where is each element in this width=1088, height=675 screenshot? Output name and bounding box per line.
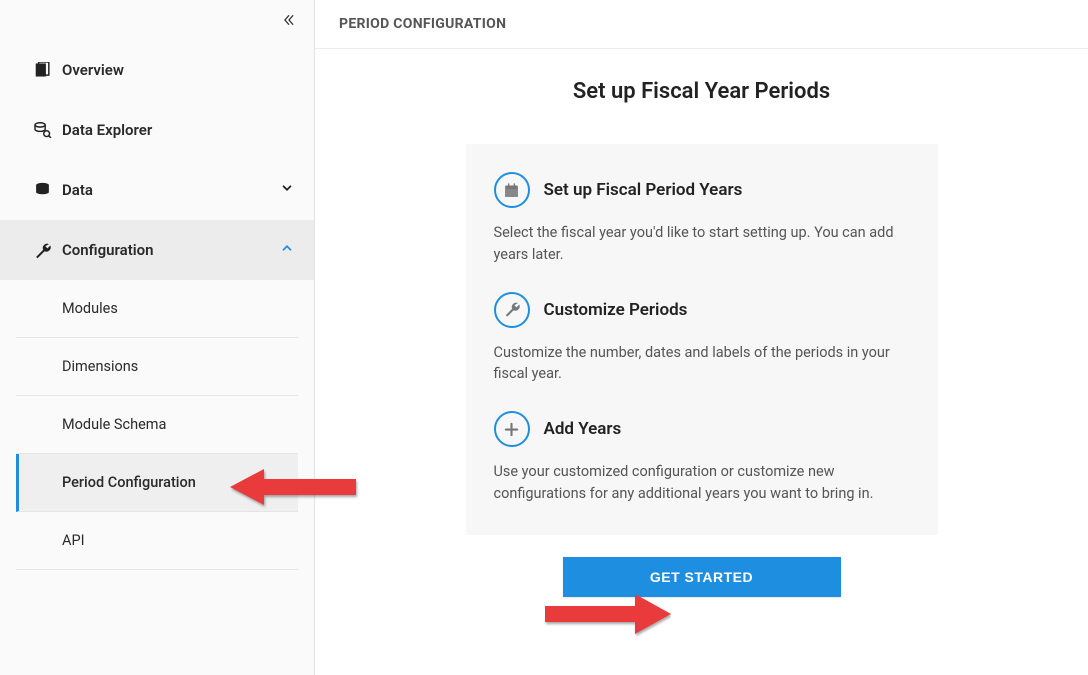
content-heading: Set up Fiscal Year Periods xyxy=(573,79,830,104)
step-title: Add Years xyxy=(544,419,622,439)
step-title: Customize Periods xyxy=(544,300,688,320)
sub-item-label: API xyxy=(62,532,85,549)
step-desc: Customize the number, dates and labels o… xyxy=(494,342,910,386)
content: Set up Fiscal Year Periods Set up Fiscal… xyxy=(315,49,1088,675)
data-explorer-icon xyxy=(34,122,62,138)
nav-label: Configuration xyxy=(62,241,280,259)
nav-label: Data xyxy=(62,181,280,199)
page-header: PERIOD CONFIGURATION xyxy=(315,0,1088,49)
get-started-button[interactable]: GET STARTED xyxy=(563,557,841,597)
step-desc: Use your customized configuration or cus… xyxy=(494,461,910,505)
nav-item-overview[interactable]: Overview xyxy=(0,40,314,100)
overview-icon xyxy=(34,62,62,78)
chevron-down-icon xyxy=(280,181,294,199)
step-head: Add Years xyxy=(494,411,910,447)
sub-item-dimensions[interactable]: Dimensions xyxy=(16,338,298,396)
calendar-icon xyxy=(494,172,530,208)
sub-item-label: Modules xyxy=(62,300,118,317)
nav-item-data[interactable]: Data xyxy=(0,160,314,220)
wrench-icon xyxy=(494,292,530,328)
page-title: PERIOD CONFIGURATION xyxy=(339,16,1064,32)
config-sublist: Modules Dimensions Module Schema Period … xyxy=(16,280,298,570)
nav-item-configuration[interactable]: Configuration xyxy=(0,220,314,280)
step-head: Customize Periods xyxy=(494,292,910,328)
plus-icon xyxy=(494,411,530,447)
wrench-icon xyxy=(34,242,62,259)
sub-item-period-configuration[interactable]: Period Configuration xyxy=(16,454,298,512)
sub-item-label: Dimensions xyxy=(62,358,138,375)
app-root: Overview Data Explorer Data xyxy=(0,0,1088,675)
sub-item-label: Period Configuration xyxy=(62,474,196,491)
collapse-sidebar-icon[interactable] xyxy=(282,12,296,31)
step-add-years: Add Years Use your customized configurat… xyxy=(494,411,910,505)
sidebar: Overview Data Explorer Data xyxy=(0,0,315,675)
step-customize-periods: Customize Periods Customize the number, … xyxy=(494,292,910,386)
sub-item-api[interactable]: API xyxy=(16,512,298,570)
step-fiscal-years: Set up Fiscal Period Years Select the fi… xyxy=(494,172,910,266)
step-desc: Select the fiscal year you'd like to sta… xyxy=(494,222,910,266)
sub-item-module-schema[interactable]: Module Schema xyxy=(16,396,298,454)
step-head: Set up Fiscal Period Years xyxy=(494,172,910,208)
data-icon xyxy=(34,182,62,198)
sub-item-label: Module Schema xyxy=(62,416,166,433)
main: PERIOD CONFIGURATION Set up Fiscal Year … xyxy=(315,0,1088,675)
nav-section: Overview Data Explorer Data xyxy=(0,40,314,570)
step-title: Set up Fiscal Period Years xyxy=(544,180,743,200)
nav-label: Overview xyxy=(62,61,294,79)
steps-card: Set up Fiscal Period Years Select the fi… xyxy=(466,144,938,535)
nav-label: Data Explorer xyxy=(62,121,294,139)
nav-item-data-explorer[interactable]: Data Explorer xyxy=(0,100,314,160)
sub-item-modules[interactable]: Modules xyxy=(16,280,298,338)
chevron-up-icon xyxy=(280,241,294,259)
